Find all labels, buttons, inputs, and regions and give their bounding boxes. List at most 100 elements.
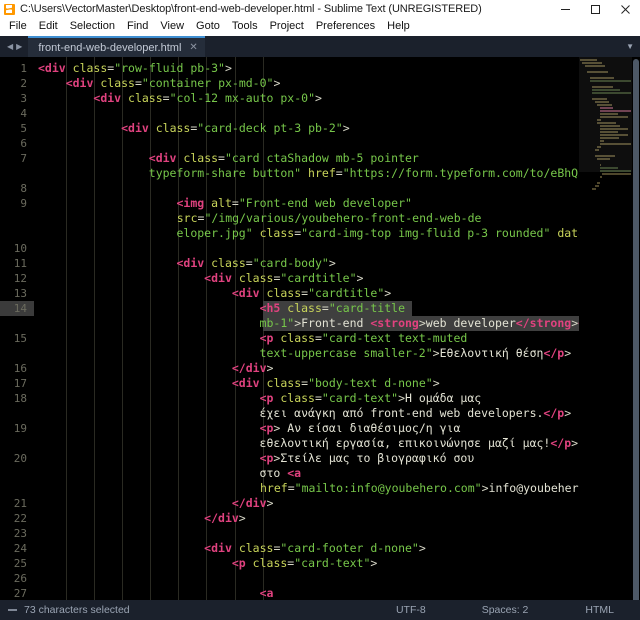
code-line: <div class="card-body"> <box>176 256 336 270</box>
minimap-line <box>594 185 599 187</box>
minimize-button[interactable] <box>550 0 580 18</box>
code-line: <div class="body-text d-none"> <box>231 376 440 390</box>
menu-edit[interactable]: Edit <box>33 19 64 34</box>
line-number-gutter: 1 2 3 4 5 6 7 8 9 10 11 12 13 14 15 16 17 18 19 20 21 22 23 24 2… <box>0 57 34 600</box>
code-line: <img alt="Front-end web developer" <box>176 196 412 210</box>
menu-file[interactable]: File <box>3 19 33 34</box>
tab-overflow-menu[interactable]: ▼ <box>626 36 640 57</box>
minimap[interactable] <box>579 57 632 600</box>
close-button[interactable] <box>610 0 640 18</box>
selection-status: 73 characters selected <box>24 604 130 616</box>
line-number: 24 <box>13 542 27 555</box>
code-line: <p> Αν είσαι διαθέσιμος/η για <box>259 421 461 435</box>
line-number: 11 <box>13 257 27 270</box>
line-number: 5 <box>20 122 27 135</box>
menu-goto[interactable]: Goto <box>190 19 226 34</box>
line-number: 10 <box>13 242 27 255</box>
tab-label: front-end-web-developer.html <box>38 41 182 54</box>
line-number: 19 <box>13 422 27 435</box>
line-number: 13 <box>13 287 27 300</box>
menu-tools[interactable]: Tools <box>226 19 264 34</box>
code-line: mb-1">Front-end <strong>web developer</s… <box>38 316 613 330</box>
minimap-line <box>597 182 600 184</box>
status-indicator-icon <box>8 609 17 611</box>
minimap-line <box>592 188 597 190</box>
code-line: </div> <box>231 361 274 375</box>
code-line: <div class="cardtitle"> <box>231 286 392 300</box>
menu-bar: File Edit Selection Find View Goto Tools… <box>0 18 640 36</box>
code-line: <div class="cardtitle"> <box>204 271 364 285</box>
code-pane[interactable]: <div class="row-fluid pb-3"> <div class=… <box>34 57 640 600</box>
line-number: 21 <box>13 497 27 510</box>
tab-front-end-web-developer-html[interactable]: front-end-web-developer.html ✕ <box>28 36 205 57</box>
sublime-text-window: C:\Users\VectorMaster\Desktop\front-end-… <box>0 0 640 620</box>
code-line: eloper.jpg" class="card-img-top img-flui… <box>38 226 640 240</box>
code-line: εθελοντική εργασία, επικοινώνησε μαζί μα… <box>38 436 579 450</box>
minimap-line <box>599 176 603 178</box>
line-number: 14 <box>13 302 27 315</box>
vertical-scrollbar[interactable] <box>632 57 640 600</box>
chevron-down-icon: ▼ <box>626 42 634 51</box>
code-line: <div class="row-fluid pb-3"> <box>38 61 232 75</box>
code-line: <div class="card-footer d-none"> <box>204 541 426 555</box>
line-number: 8 <box>20 182 27 195</box>
code-line: </div> <box>231 496 274 510</box>
tab-prev-arrow-icon[interactable]: ◀ <box>7 42 13 51</box>
line-number: 22 <box>13 512 27 525</box>
menu-selection[interactable]: Selection <box>64 19 121 34</box>
syntax-status[interactable]: HTML <box>585 604 614 616</box>
code-line: <p>Στείλε μας το βιογραφικό σου <box>259 451 475 465</box>
code-line: <p class="card-text text-muted <box>259 331 468 345</box>
tab-scroll-controls: ◀ ▶ <box>0 36 28 57</box>
code-line: <p class="card-text">Η ομάδα μας <box>259 391 482 405</box>
tab-next-arrow-icon[interactable]: ▶ <box>16 42 22 51</box>
indentation-status[interactable]: Spaces: 2 <box>482 604 529 616</box>
code-line: text-uppercase smaller-2">Εθελοντική θέσ… <box>38 346 572 360</box>
editor-area[interactable]: 1 2 3 4 5 6 7 8 9 10 11 12 13 14 15 16 17 18 19 20 21 22 23 24 2… <box>0 57 640 600</box>
status-right-group: UTF-8 Spaces: 2 HTML <box>396 604 640 616</box>
line-number: 9 <box>20 197 27 210</box>
code-line: <div class="container px-md-0"> <box>65 76 281 90</box>
code-line: <div class="col-12 mx-auto px-0"> <box>93 91 322 105</box>
sublime-text-icon <box>4 3 15 15</box>
line-number: 7 <box>20 152 27 165</box>
line-number: 25 <box>13 557 27 570</box>
status-bar: 73 characters selected UTF-8 Spaces: 2 H… <box>0 600 640 620</box>
menu-help[interactable]: Help <box>381 19 416 34</box>
code-line: στο <a <box>38 466 302 480</box>
line-number: 16 <box>13 362 27 375</box>
menu-project[interactable]: Project <box>264 19 310 34</box>
code-line: <div class="card ctaShadow mb-5 pointer <box>148 151 419 165</box>
menu-view[interactable]: View <box>154 19 190 34</box>
line-number: 26 <box>13 572 27 585</box>
code-line: <div class="card-deck pt-3 pb-2"> <box>121 121 350 135</box>
line-number: 4 <box>20 107 27 120</box>
code-line: src="/img/various/youbehero-front-end-we… <box>176 211 482 225</box>
tab-close-icon[interactable]: ✕ <box>189 42 197 53</box>
line-number: 2 <box>20 77 27 90</box>
code-line: έχει ανάγκη από front-end web developers… <box>38 406 572 420</box>
line-number: 17 <box>13 377 27 390</box>
code-line: <h5 class="card-title <box>259 301 406 315</box>
line-number: 15 <box>13 332 27 345</box>
line-number: 20 <box>13 452 27 465</box>
line-number: 3 <box>20 92 27 105</box>
menu-preferences[interactable]: Preferences <box>310 19 381 34</box>
tab-bar: ◀ ▶ front-end-web-developer.html ✕ ▼ <box>0 36 640 57</box>
code-line: href="mailto:info@youbehero.com">info@yo… <box>260 481 640 495</box>
maximize-button[interactable] <box>580 0 610 18</box>
code-line: <a <box>259 586 274 600</box>
encoding-status[interactable]: UTF-8 <box>396 604 426 616</box>
menu-find[interactable]: Find <box>121 19 154 34</box>
code-line: typeform-share button" href="https://for… <box>38 166 640 180</box>
minimap-viewport[interactable] <box>579 57 632 172</box>
scrollbar-thumb[interactable] <box>633 59 639 600</box>
window-controls <box>550 0 640 18</box>
window-title: C:\Users\VectorMaster\Desktop\front-end-… <box>20 3 482 15</box>
line-number: 6 <box>20 137 27 150</box>
line-number: 23 <box>13 527 27 540</box>
